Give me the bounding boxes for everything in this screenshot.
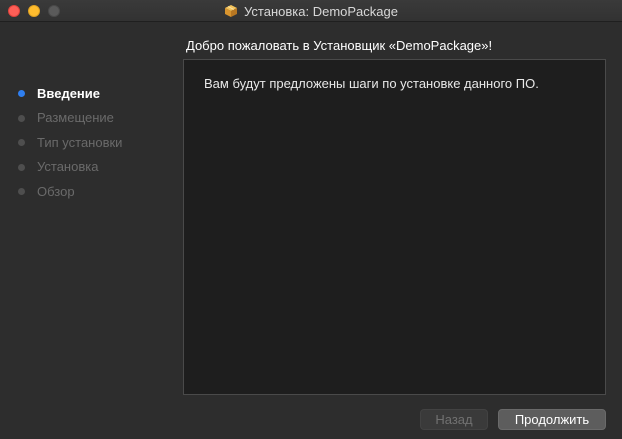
step-item: Размещение [18,106,122,131]
steps-sidebar: Введение Размещение Тип установки Установка… [18,81,122,204]
content-panel: Вам будут предложены шаги по установке д… [183,59,606,395]
step-dot-icon [18,188,25,196]
step-item: Обзор [18,179,122,204]
step-label: Установка [37,159,99,175]
step-item: Установка [18,155,122,180]
step-item: Тип установки [18,130,122,155]
window-title: Установка: DemoPackage [244,3,398,19]
installer-window: Установка: DemoPackage Добро пожаловать … [0,0,622,439]
step-label: Размещение [37,110,114,126]
welcome-heading: Добро пожаловать в Установщик «DemoPacka… [186,38,493,53]
package-icon [224,4,238,18]
step-label: Тип установки [37,134,123,150]
active-step-dot-icon [18,90,25,98]
title-bar[interactable]: Установка: DemoPackage [0,0,622,22]
intro-text: Вам будут предложены шаги по установке д… [204,76,539,91]
step-dot-icon [18,163,25,171]
continue-button[interactable]: Продолжить [498,409,606,430]
step-item: Введение [18,81,122,106]
window-title-group: Установка: DemoPackage [0,0,622,22]
back-button[interactable]: Назад [420,409,488,430]
step-dot-icon [18,139,25,147]
step-label: Обзор [37,183,75,199]
step-label: Введение [37,85,100,101]
step-dot-icon [18,114,25,122]
